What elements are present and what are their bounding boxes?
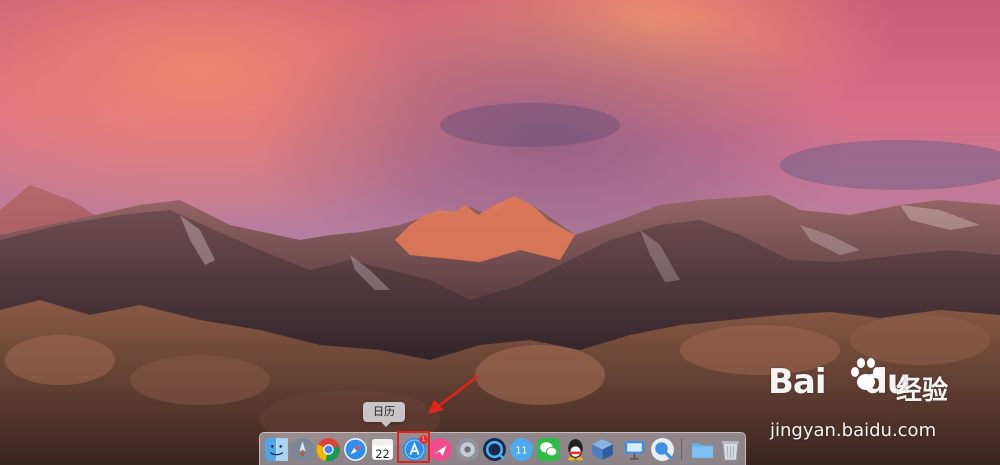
qq-icon[interactable]	[563, 437, 588, 462]
watermark-logo-text: Bai	[768, 362, 827, 402]
app-store-icon[interactable]: 1	[402, 435, 428, 462]
browser-globe-icon[interactable]	[482, 437, 507, 462]
calendar-icon[interactable]: 22	[370, 437, 395, 462]
paw-app-icon[interactable]	[428, 437, 453, 462]
launchpad-icon[interactable]	[290, 437, 315, 462]
wechat-icon[interactable]	[536, 437, 561, 462]
dock-separator	[681, 438, 682, 460]
qq-browser-icon[interactable]: 11	[509, 437, 534, 462]
watermark-logo: Bai du	[768, 362, 911, 402]
dock: 22 1 11	[259, 432, 746, 465]
calendar-day-text: 22	[375, 447, 390, 461]
baidu-paw-icon	[851, 358, 881, 390]
dock-tooltip: 日历	[363, 402, 405, 427]
system-preferences-icon[interactable]	[455, 437, 480, 462]
keynote-icon[interactable]	[622, 437, 647, 462]
finder-icon[interactable]	[264, 437, 289, 462]
downloads-folder-icon[interactable]	[690, 437, 715, 462]
baidu-watermark: Bai du 经验 jingyan.baidu.com	[768, 358, 998, 445]
watermark-url: jingyan.baidu.com	[770, 420, 937, 441]
desktop: 日历 22 1 11 Bai du 经验 jingyan.baidu.com	[0, 0, 1000, 465]
virtualbox-icon[interactable]	[590, 437, 615, 462]
chrome-icon[interactable]	[316, 437, 341, 462]
annotation-arrow	[428, 375, 479, 414]
watermark-cn-text: 经验	[896, 376, 949, 406]
screen-capture-icon[interactable]	[650, 437, 675, 462]
app-store-badge: 1	[419, 435, 428, 444]
safari-icon[interactable]	[343, 437, 368, 462]
trash-icon[interactable]	[718, 437, 743, 462]
svg-text:11: 11	[516, 446, 528, 457]
